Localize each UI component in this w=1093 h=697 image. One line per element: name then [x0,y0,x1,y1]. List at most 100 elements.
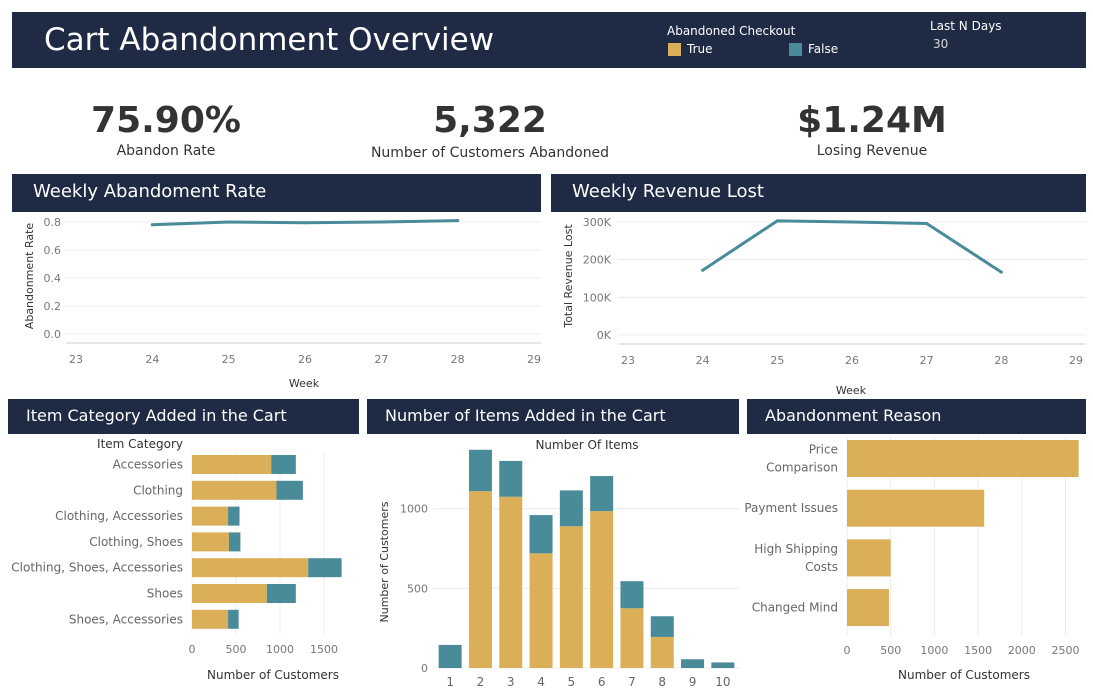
legend-swatch-true [668,42,681,56]
item-category-bar-false [228,609,239,629]
weekly-rate-xtick: 28 [451,353,465,366]
items-added-bar-true [529,553,553,668]
abandonment-reason-title: Abandonment Reason [765,406,942,425]
reason-category-label: High Shipping Costs [754,542,838,574]
items-added-bar-false [438,644,462,668]
reason-xtick: 1000 [920,644,948,657]
reason-category-label-line: Costs [805,560,838,574]
reason-xtick: 1500 [964,644,992,657]
kpi-customers-abandoned-label: Number of Customers Abandoned [370,145,610,161]
item-category-category-label: Clothing, Shoes [89,535,183,549]
reason-xtick: 2500 [1052,644,1080,657]
items-added-xtick: 6 [598,675,606,689]
item-category-categories-header: Item Category [97,437,183,451]
items-added-bar-false [529,515,553,554]
weekly-rate-point [150,223,154,227]
reason-xtick: 0 [844,644,851,657]
items-added-ytick: 1000 [400,503,428,516]
weekly-revenue-xtick: 28 [994,354,1008,367]
weekly-rate-ytick: 0.4 [44,272,62,285]
weekly-revenue-ytick: 100K [583,291,612,304]
weekly-revenue-series-line [701,219,1003,274]
items-added-ytick: 500 [407,582,428,595]
abandonment-reason-header: Abandonment Reason [747,399,1086,434]
items-added-ytick: 0 [421,662,428,675]
items-added-bar-true [499,496,523,668]
reason-bar-true [847,489,985,527]
weekly-rate-xtick: 27 [374,353,388,366]
items-added-bar-true [590,511,614,668]
items-added-xtick: 3 [507,675,515,689]
weekly-revenue-xtick: 29 [1069,354,1083,367]
reason-category-label-line: High Shipping [754,542,838,556]
weekly-rate-point [227,220,231,224]
item-category-category-label: Clothing, Accessories [55,509,183,523]
weekly-revenue-xtick: 26 [845,354,859,367]
items-added-bar-false [468,449,492,492]
weekly-rate-ytick: 0.8 [44,216,62,229]
weekly-rate-ytick: 0.2 [44,300,62,313]
weekly-revenue-point [925,222,929,226]
items-added-header: Number of Items Added in the Cart [367,399,739,434]
items-added-bar-false [711,662,735,668]
item-category-bar-true [192,609,229,629]
items-added-xtick: 1 [446,675,454,689]
items-added-bar-false [590,476,614,512]
items-added-xtick: 10 [715,675,730,689]
weekly-rate-xtick: 25 [222,353,236,366]
weekly-revenue-xtick: 27 [920,354,934,367]
items-added-bar-true [468,491,492,668]
items-added-axis-title: Number Of Items [535,438,638,452]
items-added-y-label: Number of Customers [378,501,391,622]
weekly-rate-header: Weekly Abandoment Rate [12,174,541,212]
item-category-bar-false [308,558,342,578]
items-added-xtick: 7 [628,675,636,689]
page-title: Cart Abandonment Overview [44,22,495,58]
weekly-rate-y-label: Abandonment Rate [23,223,36,330]
item-category-bar-true [192,558,309,578]
weekly-revenue-xtick: 23 [621,354,635,367]
item-category-bar-true [192,532,229,552]
item-category-xtick: 1500 [310,643,338,656]
weekly-revenue-ytick: 300K [583,216,612,229]
weekly-revenue-xtick: 24 [696,354,710,367]
reason-category-label-line: Changed Mind [752,601,838,615]
items-added-xtick: 5 [568,675,576,689]
reason-bar-true [847,440,1079,477]
reason-category-label: Changed Mind [752,601,838,615]
item-category-bar-false [276,480,303,500]
weekly-revenue-point [999,270,1003,274]
reason-bar-true [847,539,891,577]
kpi-abandon-rate-value: 75.90% [91,100,241,141]
item-category-bar-false [266,584,296,603]
item-category-bar-true [192,455,272,474]
weekly-revenue-point [701,268,705,272]
items-added-bar-false [650,616,674,637]
weekly-revenue-ytick: 0K [597,329,612,342]
legend-title: Abandoned Checkout [667,24,796,38]
items-added-xtick: 9 [689,675,697,689]
weekly-revenue-point [775,219,779,223]
dashboard-header: Cart Abandonment Overview Abandoned Chec… [12,12,1086,68]
legend-item-true[interactable]: True [668,42,713,56]
reason-bar-true [847,589,889,627]
items-added-bar-true [650,636,674,668]
item-category-bar-true [192,480,277,500]
items-added-bar-false [499,460,523,497]
weekly-revenue-point [850,220,854,224]
last-n-days-filter[interactable]: 30 [933,37,948,51]
weekly-revenue-y-label: Total Revenue Lost [562,224,575,329]
kpi-losing-revenue-value: $1.24M [797,100,947,141]
legend-item-false[interactable]: False [789,42,838,56]
weekly-rate-point [303,221,307,225]
weekly-rate-xtick: 29 [527,353,541,366]
weekly-rate-xtick: 26 [298,353,312,366]
weekly-revenue-x-label: Week [836,384,867,397]
kpi-customers-abandoned-value: 5,322 [433,100,547,141]
item-category-xtick: 0 [189,643,196,656]
reason-xtick: 500 [880,644,901,657]
reason-category-label: Payment Issues [744,501,838,515]
items-added-xtick: 4 [537,675,545,689]
item-category-xtick: 500 [226,643,247,656]
weekly-rate-title: Weekly Abandoment Rate [33,181,267,202]
